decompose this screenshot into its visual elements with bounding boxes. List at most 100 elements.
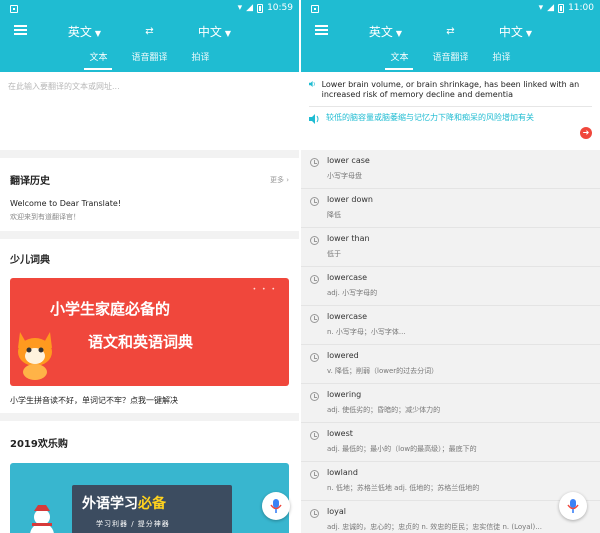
target-language-label: 中文 (498, 24, 523, 39)
history-entry-source: Welcome to Dear Translate! (10, 199, 122, 208)
source-language-select[interactable]: 英文 ▼ (55, 23, 115, 40)
tab-text[interactable]: 文本 (84, 45, 113, 72)
microphone-icon (567, 499, 579, 513)
promo-card: 2019欢乐购 外语学习必备 学习利器 / 提分神器 (0, 421, 299, 533)
promo-subheading: 学习利器 / 提分神器 (96, 520, 170, 528)
suggestion-definition: n. 小写字母；小写字体... (327, 328, 406, 336)
tab-photo-translate[interactable]: 拍译 (190, 45, 212, 72)
suggestion-word: lower case (327, 156, 370, 165)
suggestion-word: lowest (327, 429, 353, 438)
signal-icon: ◢ (246, 3, 254, 13)
swap-languages-icon[interactable]: ⇄ (115, 26, 185, 37)
suggestion-word: lowering (327, 390, 362, 399)
suggestion-item[interactable]: loyal adj. 忠诚的，忠心的；忠贞的 n. 效忠的臣民；忠实信徒 n. (… (301, 501, 600, 533)
status-time: 10:59 (267, 3, 293, 13)
banner-line-2: 语文和英语词典 (88, 333, 194, 351)
suggestion-word: lowland (327, 468, 358, 477)
suggestion-definition: n. 低地；苏格兰低地 adj. 低地的；苏格兰低地的 (327, 484, 480, 492)
wifi-icon: ▾ (237, 3, 243, 13)
dictionary-caption[interactable]: 小学生拼音读不好，单词记不牢？点我一键解决 (10, 395, 289, 406)
voice-input-button[interactable] (262, 492, 290, 520)
dictionary-banner[interactable]: • • • 小学生家庭必备的 语文和英语词典 (10, 278, 289, 386)
caret-down-icon: ▼ (224, 28, 232, 38)
wifi-icon: ▾ (538, 3, 544, 13)
history-entry-translation: 欢迎来到有道翻译官！ (10, 213, 80, 221)
promo-heading: 外语学习必备 (82, 493, 166, 513)
suggestion-item[interactable]: lower down 降低 (301, 189, 600, 228)
history-clock-icon (310, 431, 319, 440)
history-clock-icon (310, 509, 319, 518)
suggestion-definition: adj. 忠诚的，忠心的；忠贞的 n. 效忠的臣民；忠实信徒 n. (Loyal… (327, 523, 542, 531)
source-text[interactable]: Lower brain volume, or brain shrinkage, … (322, 80, 592, 100)
promo-title: 2019欢乐购 (10, 439, 68, 450)
suggestion-item[interactable]: lowered v. 降低；削弱（lower的过去分词） (301, 345, 600, 384)
suggestion-word: lowercase (327, 312, 368, 321)
dictionary-title: 少儿词典 (10, 255, 50, 266)
kids-dictionary-card: 少儿词典 • • • 小学生家庭必备的 语文和英语词典 小学生拼音读不好，单词记… (0, 239, 299, 413)
suggestion-definition: adj. 小写字母的 (327, 289, 378, 297)
notification-icon (10, 4, 18, 13)
history-title: 翻译历史 (10, 176, 50, 187)
history-clock-icon (310, 275, 319, 284)
screen-home: ▾ ◢ 10:59 英文 ▼ ⇄ 中文 ▼ 文本 语音翻译 拍译 在此输入要翻译的文… (0, 0, 299, 533)
arrow-right-icon[interactable]: ➜ (580, 127, 592, 139)
microphone-icon (270, 499, 282, 513)
translation-result: Lower brain volume, or brain shrinkage, … (301, 72, 600, 150)
target-language-select[interactable]: 中文 ▼ (185, 23, 245, 40)
voice-input-button[interactable] (559, 492, 587, 520)
suggestion-item[interactable]: lowercase n. 小写字母；小写字体... (301, 306, 600, 345)
history-clock-icon (310, 392, 319, 401)
target-language-select[interactable]: 中文 ▼ (486, 23, 546, 40)
swap-languages-icon[interactable]: ⇄ (416, 26, 486, 37)
screen-result: ▾ ◢ 11:00 英文 ▼ ⇄ 中文 ▼ 文本 语音翻译 拍译 Lower bra… (301, 0, 600, 533)
history-entry[interactable]: Welcome to Dear Translate! 欢迎来到有道翻译官！ (10, 199, 289, 222)
translate-input[interactable]: 在此输入要翻译的文本或网址... (0, 72, 299, 150)
promo-heading-main: 外语学习 (82, 496, 138, 512)
menu-icon[interactable] (14, 25, 27, 35)
fox-mascot-icon (18, 332, 52, 380)
source-language-label: 英文 (368, 24, 393, 39)
suggestion-item[interactable]: lowland n. 低地；苏格兰低地 adj. 低地的；苏格兰低地的 (301, 462, 600, 501)
caret-down-icon: ▼ (94, 28, 102, 38)
translated-text[interactable]: 较低的脑容量或脑萎缩与记忆力下降和痴呆的风险增加有关 (326, 113, 534, 123)
suggestion-definition: 降低 (327, 211, 341, 219)
tab-voice-translate[interactable]: 语音翻译 (129, 45, 169, 72)
app-bar: 英文 ▼ ⇄ 中文 ▼ 文本 语音翻译 拍译 (0, 17, 299, 72)
suggestion-word: lowered (327, 351, 359, 360)
suggestion-definition: v. 降低；削弱（lower的过去分词） (327, 367, 439, 375)
suggestion-item[interactable]: lower case 小写字母盘 (301, 150, 600, 189)
speaker-icon[interactable] (309, 114, 320, 124)
suggestion-definition: 小写字母盘 (327, 172, 362, 180)
target-language-label: 中文 (197, 24, 222, 39)
suggestion-word: lowercase (327, 273, 368, 282)
signal-icon: ◢ (547, 3, 555, 13)
promo-banner[interactable]: 外语学习必备 学习利器 / 提分神器 (10, 463, 289, 533)
history-clock-icon (310, 197, 319, 206)
suggestion-definition: adj. 最低的；最小的（low的最高级）；最底下的 (327, 445, 477, 453)
status-bar: ▾ ◢ 11:00 (301, 0, 600, 17)
tab-photo-translate[interactable]: 拍译 (491, 45, 513, 72)
suggestion-list: lower case 小写字母盘 lower down 降低 lower than 低于 l… (301, 150, 600, 533)
caret-down-icon: ▼ (395, 28, 403, 38)
status-bar: ▾ ◢ 10:59 (0, 0, 299, 17)
speaker-icon[interactable] (309, 81, 316, 87)
app-bar: 英文 ▼ ⇄ 中文 ▼ 文本 语音翻译 拍译 (301, 17, 600, 72)
suggestion-item[interactable]: lower than 低于 (301, 228, 600, 267)
history-more-link[interactable]: 更多 › (270, 175, 289, 185)
suggestion-item[interactable]: lowercase adj. 小写字母的 (301, 267, 600, 306)
suggestion-item[interactable]: lowest adj. 最低的；最小的（low的最高级）；最底下的 (301, 423, 600, 462)
suggestion-definition: adj. 使低劣的；昏暗的；减少体力的 (327, 406, 441, 414)
suggestion-item[interactable]: lowering adj. 使低劣的；昏暗的；减少体力的 (301, 384, 600, 423)
source-language-label: 英文 (67, 24, 92, 39)
menu-icon[interactable] (315, 25, 328, 35)
tab-text[interactable]: 文本 (385, 45, 414, 72)
history-clock-icon (310, 470, 319, 479)
history-card: 翻译历史 更多 › Welcome to Dear Translate! 欢迎来… (0, 158, 299, 231)
banner-decoration: • • • (252, 286, 277, 293)
source-language-select[interactable]: 英文 ▼ (356, 23, 416, 40)
result-divider (309, 106, 592, 107)
tab-voice-translate[interactable]: 语音翻译 (430, 45, 470, 72)
battery-icon (558, 4, 565, 13)
history-clock-icon (310, 314, 319, 323)
banner-line-1: 小学生家庭必备的 (50, 300, 171, 318)
